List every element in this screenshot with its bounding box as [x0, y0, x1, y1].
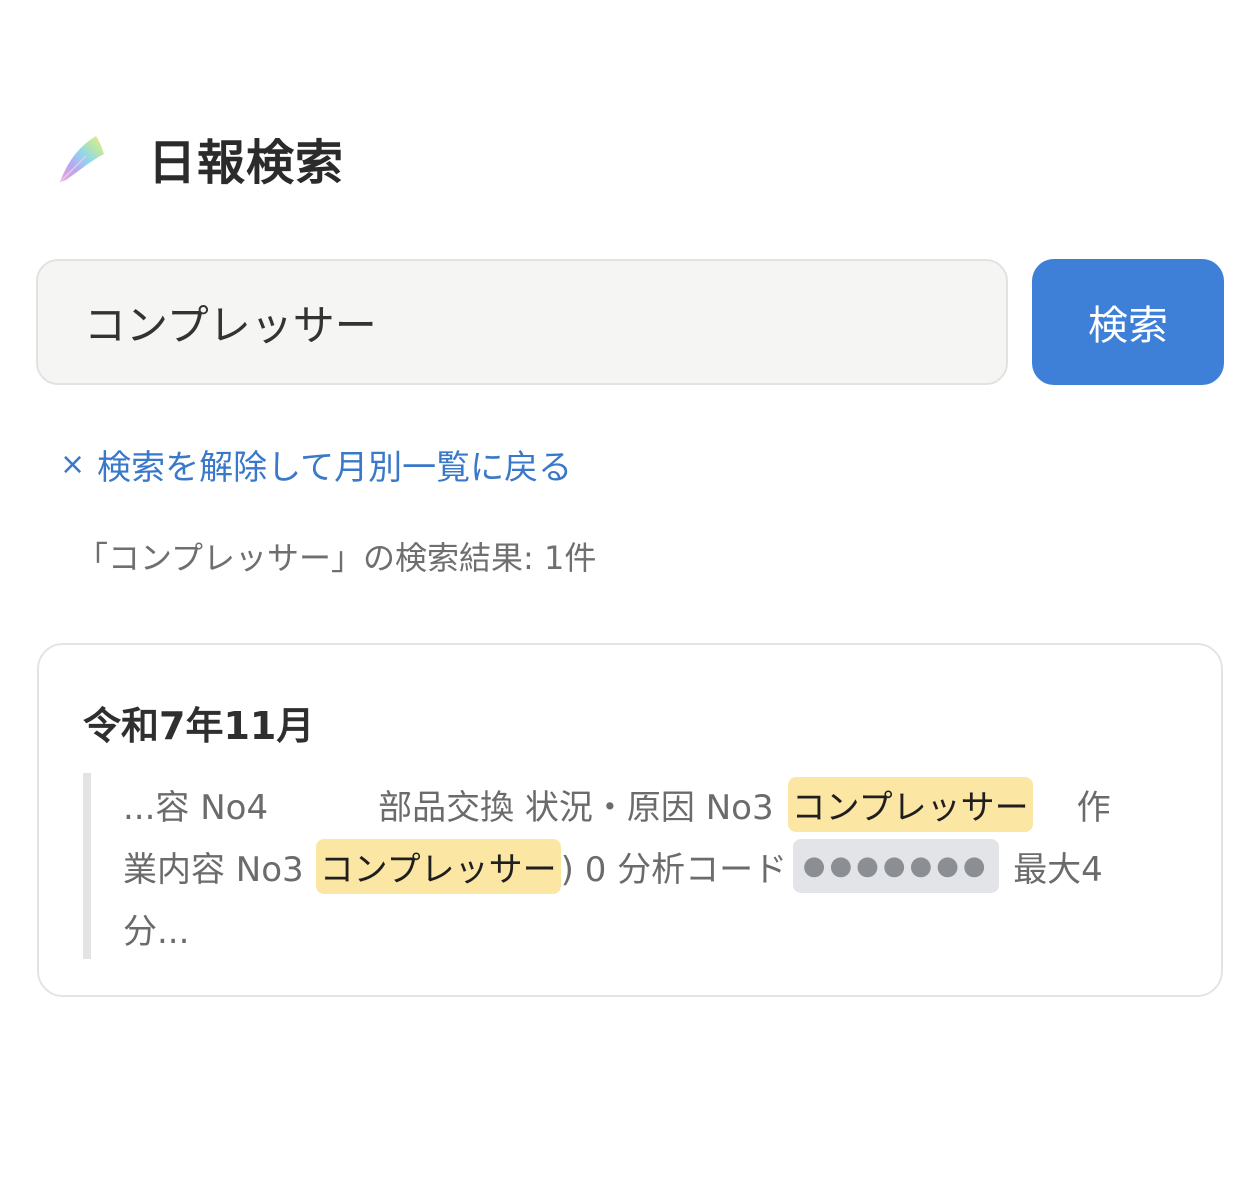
snippet-text: 業内容 No3 [123, 849, 304, 890]
clear-search-label: 検索を解除して月別一覧に戻る [97, 448, 573, 488]
close-icon: × [60, 447, 86, 482]
result-month: 令和7年11月 [83, 704, 315, 748]
snippet-text: 作 [1076, 787, 1111, 828]
result-card[interactable]: 令和7年11月 ...容 No4 部品交換 状況・原因 No3 コンプレッサー … [37, 643, 1223, 997]
search-input[interactable] [36, 259, 1008, 385]
page-header: 日報検索 [56, 118, 344, 198]
snippet-line-1: ...容 No4 部品交換 状況・原因 No3 コンプレッサー 作 [123, 773, 1111, 835]
search-highlight: コンプレッサー [315, 838, 561, 894]
snippet-text: 分... [123, 911, 190, 952]
search-button[interactable]: 検索 [1032, 259, 1224, 385]
search-bar: 検索 [36, 259, 1224, 385]
search-highlight: コンプレッサー [787, 776, 1033, 832]
snippet-text: ...容 No4 [123, 787, 269, 828]
snippet-line-3: 分... [123, 897, 189, 959]
result-snippet: ...容 No4 部品交換 状況・原因 No3 コンプレッサー 作 業内容 No… [83, 773, 1173, 959]
snippet-text: 部品交換 状況・原因 No3 [378, 787, 774, 828]
snippet-text: ) 0 分析コード [560, 849, 788, 890]
snippet-line-2: 業内容 No3 コンプレッサー ) 0 分析コード ●●●●●●● 最大4 [123, 835, 1103, 897]
clear-search-link[interactable]: × 検索を解除して月別一覧に戻る [60, 440, 572, 489]
snippet-text: 最大4 [1013, 849, 1103, 890]
masked-code: ●●●●●●● [793, 839, 1000, 893]
result-summary: 「コンプレッサー」の検索結果: 1件 [76, 539, 597, 577]
feather-icon [59, 136, 104, 183]
page-title: 日報検索 [148, 135, 345, 191]
